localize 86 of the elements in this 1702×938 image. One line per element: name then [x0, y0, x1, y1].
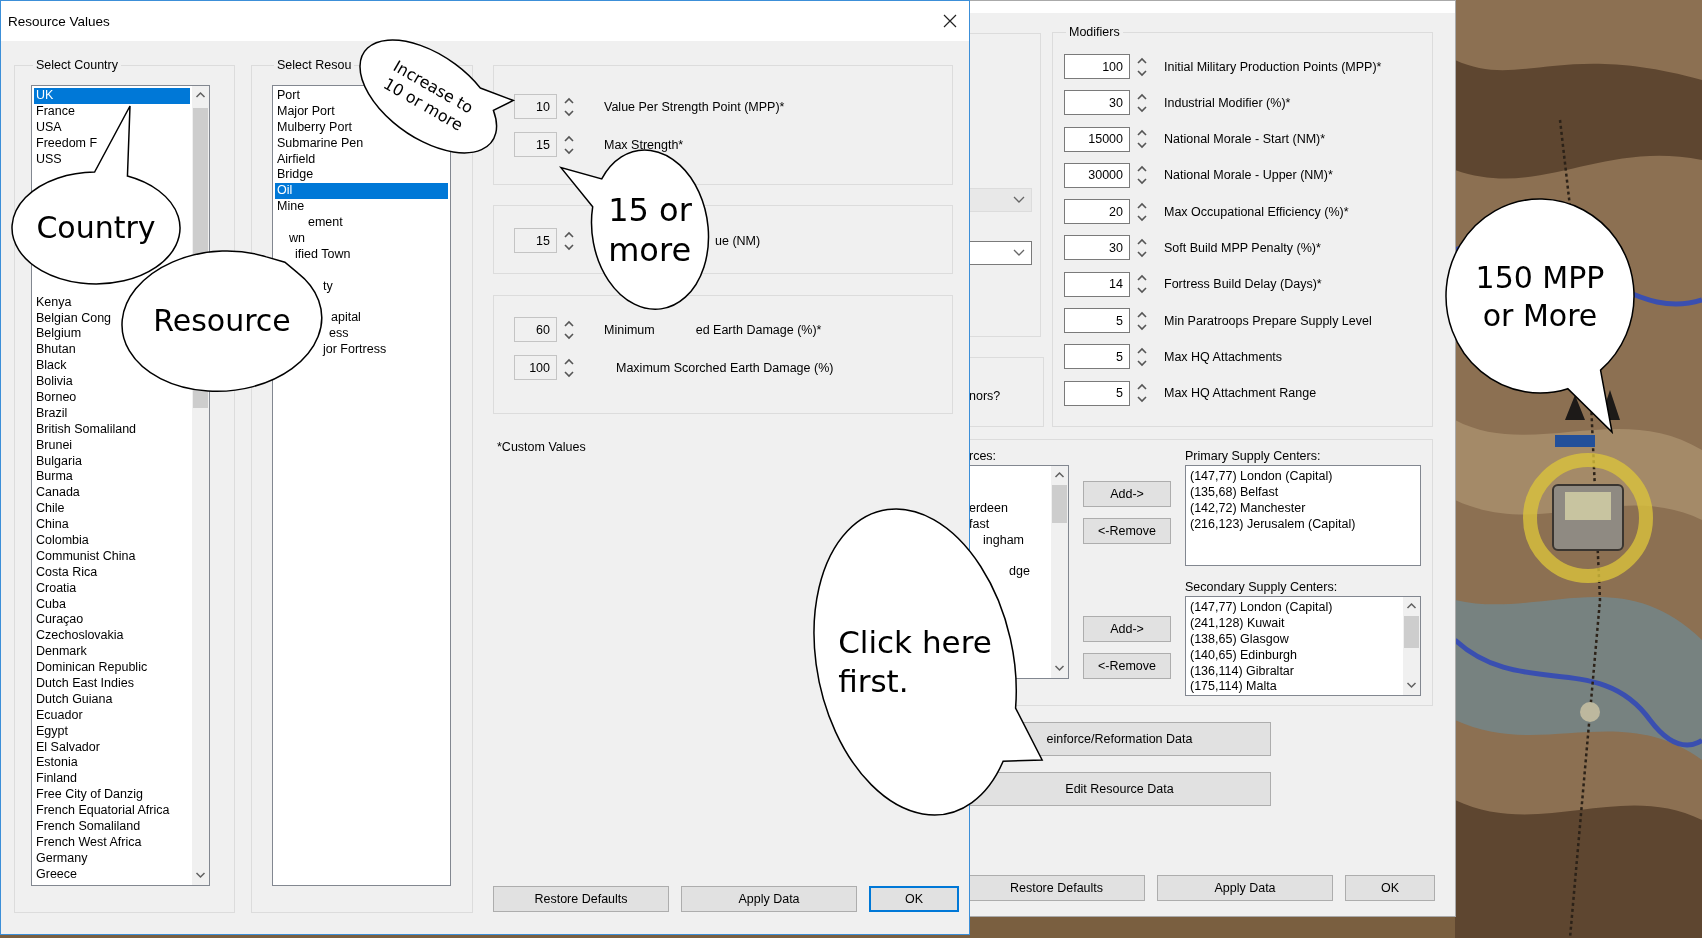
group-label: Modifiers [1068, 25, 1121, 39]
field-label: Max HQ Attachment Range [1164, 386, 1317, 401]
footnote-text: *Custom Values [497, 440, 587, 454]
list-item[interactable]: (140,65) Edinburgh [1190, 647, 1298, 664]
list-label: rces: [969, 448, 998, 465]
field-label: Minimum [604, 322, 655, 337]
list-item[interactable]: (138,65) Glasgow [1190, 631, 1289, 648]
group-label: Select Resou [276, 58, 353, 72]
dialog-button[interactable]: Restore Defaults [969, 875, 1145, 901]
number-field[interactable]: 15000 [1064, 126, 1130, 152]
dialog-button[interactable]: Add-> [1083, 616, 1171, 642]
number-field[interactable]: 5 [1064, 344, 1130, 370]
number-field[interactable]: 20 [1064, 199, 1130, 225]
callout-text: 15 or more [608, 190, 692, 270]
list-item[interactable]: Port [275, 88, 302, 104]
scrollbar[interactable] [1051, 466, 1068, 678]
number-field[interactable]: 100 [1064, 54, 1130, 79]
window-title: Resource Values [8, 13, 110, 29]
list-label: Primary Supply Centers: [1185, 448, 1322, 465]
chevron-down-icon [1013, 196, 1025, 204]
dialog-button[interactable]: Edit Resource Data [969, 772, 1271, 806]
list-item[interactable]: Mulberry Port [275, 119, 355, 136]
close-icon[interactable] [943, 14, 957, 28]
number-field[interactable]: 30000 [1064, 162, 1130, 188]
dialog-button[interactable]: OK [869, 886, 959, 912]
list-item[interactable]: ess [327, 326, 351, 343]
list-item[interactable]: (175,114) Malta [1190, 679, 1277, 695]
field-label: Fortress Build Delay (Days)* [1164, 277, 1322, 292]
list-item[interactable]: Major Port [275, 103, 337, 120]
list-item[interactable]: (216,123) Jerusalem (Capital) [1190, 516, 1356, 533]
list-item[interactable]: ingham [983, 532, 1024, 549]
scrollbar[interactable] [1403, 597, 1420, 695]
number-field[interactable]: 5 [1064, 308, 1130, 334]
list-item[interactable]: Airfield [275, 151, 318, 168]
callout-text: Click here first. [838, 623, 992, 701]
list-item[interactable]: apital [329, 310, 363, 327]
number-field[interactable]: 30 [1064, 235, 1130, 261]
number-field[interactable]: 30 [1064, 90, 1130, 116]
list-item[interactable]: jor Fortress [321, 342, 389, 359]
list-item[interactable]: fast [969, 516, 990, 533]
list-item[interactable]: erdeen [969, 500, 1008, 517]
callout-text: Country [36, 209, 156, 247]
list-item[interactable]: Oil [275, 183, 448, 200]
number-field[interactable]: 14 [1064, 271, 1130, 297]
callout-text: Resource [153, 302, 291, 340]
list-item[interactable]: Submarine Pen [275, 135, 366, 152]
list-item[interactable]: Bridge [275, 167, 316, 184]
list-item[interactable]: (136,114) Gibraltar [1190, 663, 1294, 680]
field-label: Soft Build MPP Penalty (%)* [1164, 241, 1321, 255]
dialog-button[interactable]: <-Remove [1083, 653, 1171, 679]
list-item[interactable]: (147,77) London (Capital) [1190, 600, 1333, 616]
list-item[interactable]: ified Town [293, 246, 353, 263]
field-label: Value Per Strength Point (MPP)* [604, 99, 785, 114]
list-item[interactable]: (142,72) Manchester [1190, 500, 1306, 517]
list-item[interactable]: (147,77) London (Capital) [1190, 469, 1333, 485]
field-label: National Morale - Upper (NM)* [1164, 168, 1333, 183]
list-item[interactable]: Mine [275, 199, 307, 216]
group-label: Select Country [35, 58, 119, 72]
list-item[interactable]: ement [306, 215, 345, 231]
list-item[interactable]: ty [321, 278, 335, 295]
list-item[interactable]: wn [287, 231, 307, 247]
number-field[interactable]: 5 [1064, 380, 1130, 406]
list-label: Secondary Supply Centers: [1185, 579, 1339, 596]
field-label: Maximum Scorched Earth Damage (%) [616, 360, 834, 375]
dialog-button[interactable]: Apply Data [681, 886, 857, 912]
dialog-button[interactable]: Add-> [1083, 481, 1171, 507]
dialog-button[interactable]: Apply Data [1157, 875, 1333, 901]
list-item[interactable]: (135,68) Belfast [1190, 484, 1279, 501]
field-label: Max Occupational Efficiency (%)* [1164, 204, 1349, 219]
dialog-button[interactable]: Restore Defaults [493, 886, 669, 912]
field-label: Industrial Modifier (%)* [1164, 95, 1291, 110]
chevron-down-icon [1013, 249, 1025, 257]
list-item[interactable]: dge [1009, 564, 1030, 581]
dropdown[interactable] [969, 241, 1032, 265]
callout-text: 150 MPP or More [1475, 258, 1605, 334]
dialog-button[interactable]: OK [1345, 875, 1435, 901]
field-label: Min Paratroops Prepare Supply Level [1164, 313, 1372, 328]
field-label: Initial Military Production Points (MPP)* [1164, 59, 1382, 74]
field-label: Max Strength* [604, 137, 684, 152]
dialog-button[interactable]: <-Remove [1083, 518, 1171, 544]
field-label: Max HQ Attachments [1164, 349, 1283, 364]
list-item[interactable]: (241,128) Kuwait [1190, 615, 1285, 632]
checkbox-label: nors? [969, 389, 1002, 403]
field-label: ue (NM) [715, 233, 761, 248]
field-label: National Morale - Start (NM)* [1164, 132, 1326, 147]
field-label: ed Earth Damage (%)* [695, 322, 822, 337]
